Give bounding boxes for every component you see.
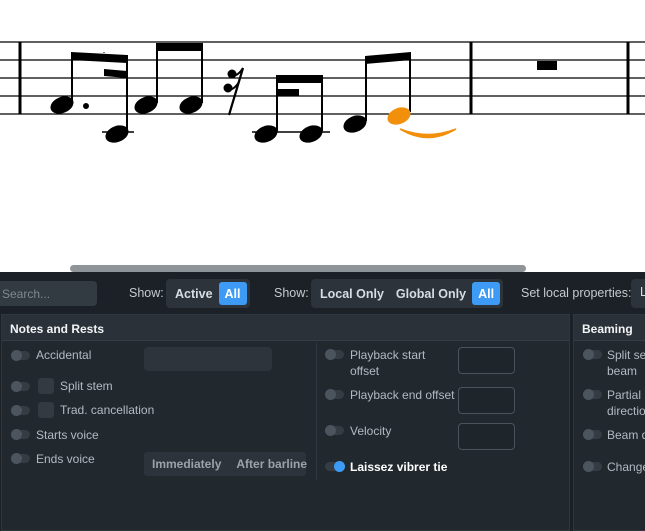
velocity-toggle[interactable] — [325, 425, 344, 436]
partial-beam-direction-label-line1: Partial b — [607, 388, 645, 402]
playback-start-offset-label-line2: offset — [350, 364, 380, 378]
note-group-1[interactable] — [48, 52, 134, 146]
show-scope-label: Show: — [274, 286, 309, 300]
note-group-4[interactable] — [341, 52, 457, 139]
trad-cancellation-label: Trad. cancellation — [60, 403, 155, 417]
playback-start-offset-input[interactable] — [458, 347, 515, 374]
note-group-2[interactable] — [132, 43, 205, 117]
ends-voice-immediately-option[interactable]: Immediately — [144, 457, 228, 471]
notes-and-rests-title: Notes and Rests — [2, 315, 569, 341]
show-global-only-option[interactable]: Global Only — [390, 282, 472, 305]
ends-voice-segmented-control[interactable]: Immediately After barline — [144, 452, 307, 476]
show-scope-toggle[interactable]: Local Only Global Only All — [311, 279, 504, 308]
split-stem-toggle[interactable] — [11, 381, 30, 392]
beam-direction-toggle[interactable] — [583, 429, 602, 440]
show-scope-all-option[interactable]: All — [472, 282, 501, 305]
change-label: Change — [607, 460, 645, 474]
horizontal-scrollbar[interactable] — [70, 265, 526, 272]
accidental-dropdown[interactable] — [144, 347, 272, 371]
playback-end-offset-toggle[interactable] — [325, 389, 344, 400]
velocity-label: Velocity — [350, 424, 392, 438]
split-secondary-beam-label-line2: beam — [607, 364, 638, 378]
show-active-option[interactable]: Active — [169, 282, 219, 305]
ends-voice-label: Ends voice — [36, 452, 95, 466]
playback-start-offset-label-line1: Playback start — [350, 348, 426, 362]
beaming-title: Beaming — [574, 315, 645, 341]
split-secondary-beam-label-line1: Split sec — [607, 348, 645, 362]
selected-note — [387, 107, 411, 125]
properties-panel: Show: Active All Show: Local Only Global… — [0, 272, 645, 531]
show-active-all-toggle[interactable]: Active All — [166, 279, 250, 308]
note-group-3[interactable] — [252, 75, 330, 146]
playback-start-offset-toggle[interactable] — [325, 349, 344, 360]
partial-beam-direction-toggle[interactable] — [583, 389, 602, 400]
set-local-properties-dropdown[interactable]: L — [631, 279, 645, 308]
velocity-input[interactable] — [458, 423, 515, 450]
laissez-vibrer-tie-label: Laissez vibrer tie — [350, 460, 448, 474]
split-stem-label: Split stem — [60, 379, 113, 393]
split-stem-checkbox[interactable] — [38, 378, 54, 394]
laissez-vibrer-tie-toggle[interactable] — [325, 461, 345, 472]
sixteenth-rest[interactable] — [223, 67, 245, 116]
accidental-label: Accidental — [36, 348, 92, 362]
show-local-only-option[interactable]: Local Only — [314, 282, 390, 305]
playback-end-offset-input[interactable] — [458, 387, 515, 414]
starts-voice-toggle[interactable] — [11, 429, 30, 440]
trad-cancellation-checkbox[interactable] — [38, 402, 54, 418]
ends-voice-toggle[interactable] — [11, 453, 30, 464]
trad-cancellation-toggle[interactable] — [11, 405, 30, 416]
half-rest[interactable] — [537, 61, 557, 70]
ends-voice-after-barline-option[interactable]: After barline — [228, 457, 314, 471]
show-all-option[interactable]: All — [218, 282, 247, 305]
beam-direction-label: Beam d — [607, 428, 645, 442]
set-local-properties-label: Set local properties: — [521, 286, 632, 300]
starts-voice-label: Starts voice — [36, 428, 99, 442]
accidental-toggle[interactable] — [11, 350, 30, 361]
column-divider — [316, 342, 317, 480]
laissez-vibrer-tie — [399, 128, 457, 139]
music-staff[interactable] — [0, 0, 645, 272]
properties-toolbar: Show: Active All Show: Local Only Global… — [0, 272, 645, 314]
search-input[interactable] — [0, 281, 97, 306]
change-toggle[interactable] — [583, 461, 602, 472]
partial-beam-direction-label-line2: directio — [607, 404, 645, 418]
show-active-label: Show: — [129, 286, 164, 300]
score-view[interactable] — [0, 0, 645, 272]
split-secondary-beam-toggle[interactable] — [583, 349, 602, 360]
playback-end-offset-label: Playback end offset — [350, 388, 455, 402]
